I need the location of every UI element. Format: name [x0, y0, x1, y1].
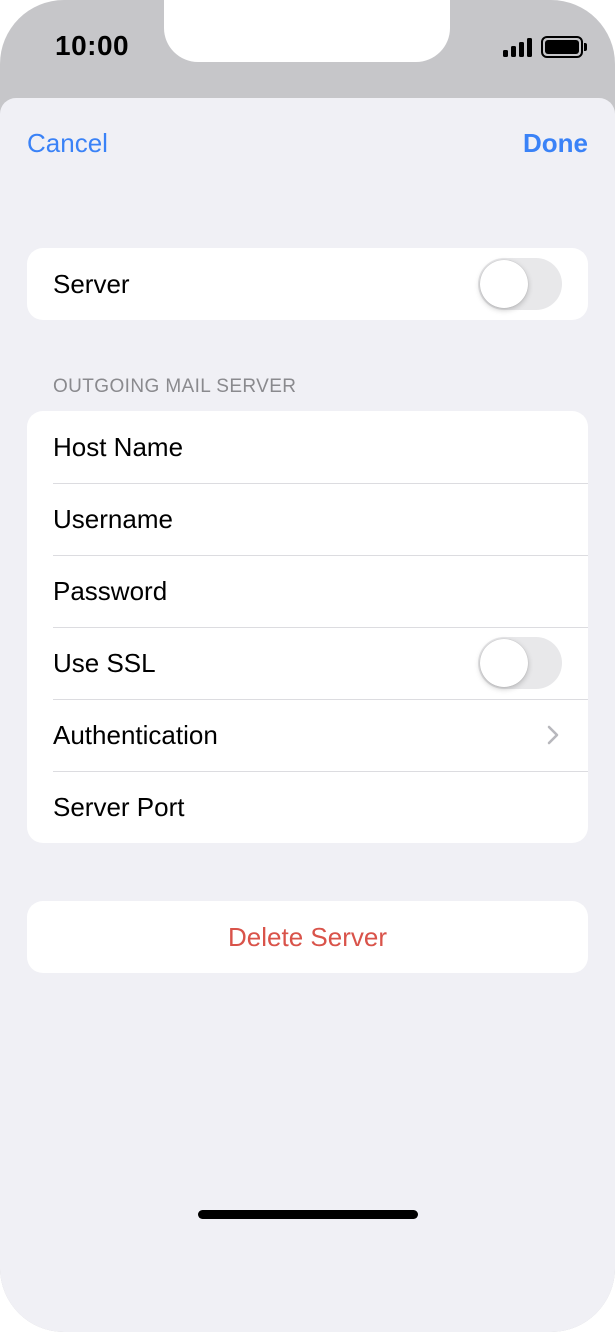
- server-row: Server: [27, 248, 588, 320]
- server-toggle[interactable]: [478, 258, 562, 310]
- toggle-knob: [480, 260, 528, 308]
- outgoing-mail-server-header: OUTGOING MAIL SERVER: [53, 376, 297, 397]
- use-ssl-row: Use SSL: [27, 627, 588, 699]
- delete-server-group: Delete Server: [27, 901, 588, 973]
- server-port-field[interactable]: Server Port: [27, 771, 588, 843]
- battery-icon: [541, 36, 587, 58]
- edit-server-sheet: Cancel Done Server OUTGOING MAIL SERVER …: [0, 98, 615, 1332]
- device-notch: [164, 0, 450, 62]
- server-port-label: Server Port: [53, 791, 185, 822]
- host-name-label: Host Name: [53, 431, 184, 462]
- home-indicator[interactable]: [198, 1210, 418, 1219]
- toggle-knob: [480, 639, 528, 687]
- phone-frame: 10:00 Cancel Done Server OUTGOING MAIL S…: [0, 0, 615, 1332]
- done-button[interactable]: Done: [523, 128, 588, 159]
- status-indicators: [503, 36, 587, 58]
- server-group: Server: [27, 248, 588, 320]
- host-name-field[interactable]: Host Name: [27, 411, 588, 483]
- use-ssl-toggle[interactable]: [478, 637, 562, 689]
- delete-server-button[interactable]: Delete Server: [27, 901, 588, 973]
- authentication-row[interactable]: Authentication: [27, 699, 588, 771]
- username-label: Username: [53, 503, 173, 534]
- cancel-button[interactable]: Cancel: [27, 128, 108, 159]
- username-field[interactable]: Username: [27, 483, 588, 555]
- chevron-right-icon: [547, 725, 559, 745]
- cellular-signal-icon: [503, 37, 532, 57]
- password-label: Password: [53, 575, 168, 606]
- use-ssl-label: Use SSL: [53, 647, 156, 678]
- password-field[interactable]: Password: [27, 555, 588, 627]
- server-label: Server: [53, 268, 130, 299]
- outgoing-mail-server-group: Host Name Username Password Use SSL Auth…: [27, 411, 588, 843]
- status-time: 10:00: [55, 30, 130, 61]
- authentication-label: Authentication: [53, 719, 218, 750]
